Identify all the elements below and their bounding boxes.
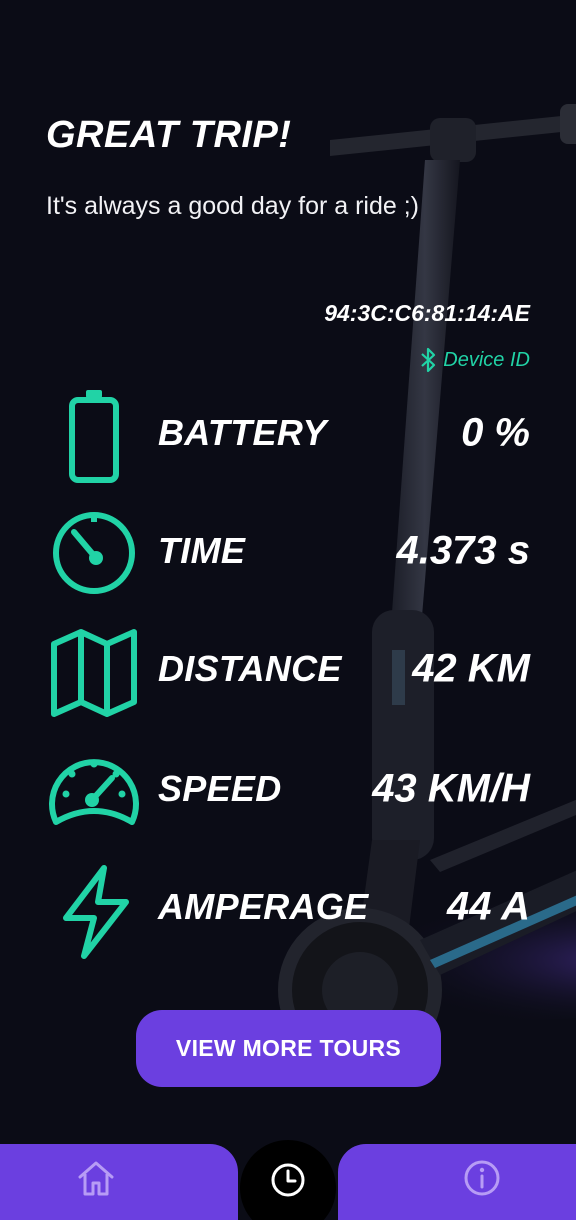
nav-history-button[interactable] bbox=[268, 1160, 308, 1200]
bottom-nav-left-panel bbox=[0, 1144, 238, 1220]
stat-value-distance: 42 KM bbox=[412, 646, 530, 691]
stat-row-time: TIME 4.373 s bbox=[0, 496, 576, 606]
stat-value-battery: 0 % bbox=[461, 410, 530, 455]
bluetooth-icon bbox=[421, 347, 436, 373]
stat-value-time: 4.373 s bbox=[396, 528, 530, 573]
lightning-icon bbox=[44, 852, 144, 962]
bottom-navigation bbox=[0, 1140, 576, 1220]
page-title: GREAT TRIP! bbox=[46, 114, 292, 156]
home-icon bbox=[78, 1161, 114, 1196]
bottom-nav-right-panel bbox=[338, 1144, 576, 1220]
device-id-label-text: Device ID bbox=[443, 348, 530, 371]
timer-icon bbox=[44, 496, 144, 606]
stat-label-battery: BATTERY bbox=[158, 412, 327, 453]
device-id-value: 94:3C:C6:81:14:AE bbox=[324, 300, 530, 326]
stat-label-speed: SPEED bbox=[158, 768, 282, 809]
speedometer-icon bbox=[44, 734, 144, 844]
nav-info-button[interactable] bbox=[460, 1156, 504, 1200]
nav-home-button[interactable] bbox=[74, 1156, 118, 1200]
battery-icon bbox=[44, 378, 144, 488]
stat-label-distance: DISTANCE bbox=[158, 648, 342, 689]
stat-value-amperage: 44 A bbox=[446, 884, 530, 929]
view-more-tours-button[interactable]: VIEW MORE TOURS bbox=[136, 1010, 441, 1087]
stat-row-amperage: AMPERAGE 44 A bbox=[0, 852, 576, 962]
stat-label-amperage: AMPERAGE bbox=[158, 886, 369, 927]
page-subtitle: It's always a good day for a ride ;) bbox=[46, 192, 420, 220]
device-id-label: Device ID bbox=[419, 345, 530, 375]
stat-value-speed: 43 KM/H bbox=[372, 766, 530, 811]
stat-row-distance: DISTANCE 42 KM bbox=[0, 614, 576, 724]
map-icon bbox=[44, 614, 144, 724]
stat-row-speed: SPEED 43 KM/H bbox=[0, 734, 576, 844]
clock-icon bbox=[271, 1163, 305, 1197]
info-icon bbox=[464, 1160, 500, 1196]
stat-row-battery: BATTERY 0 % bbox=[0, 378, 576, 488]
stat-label-time: TIME bbox=[158, 530, 246, 571]
